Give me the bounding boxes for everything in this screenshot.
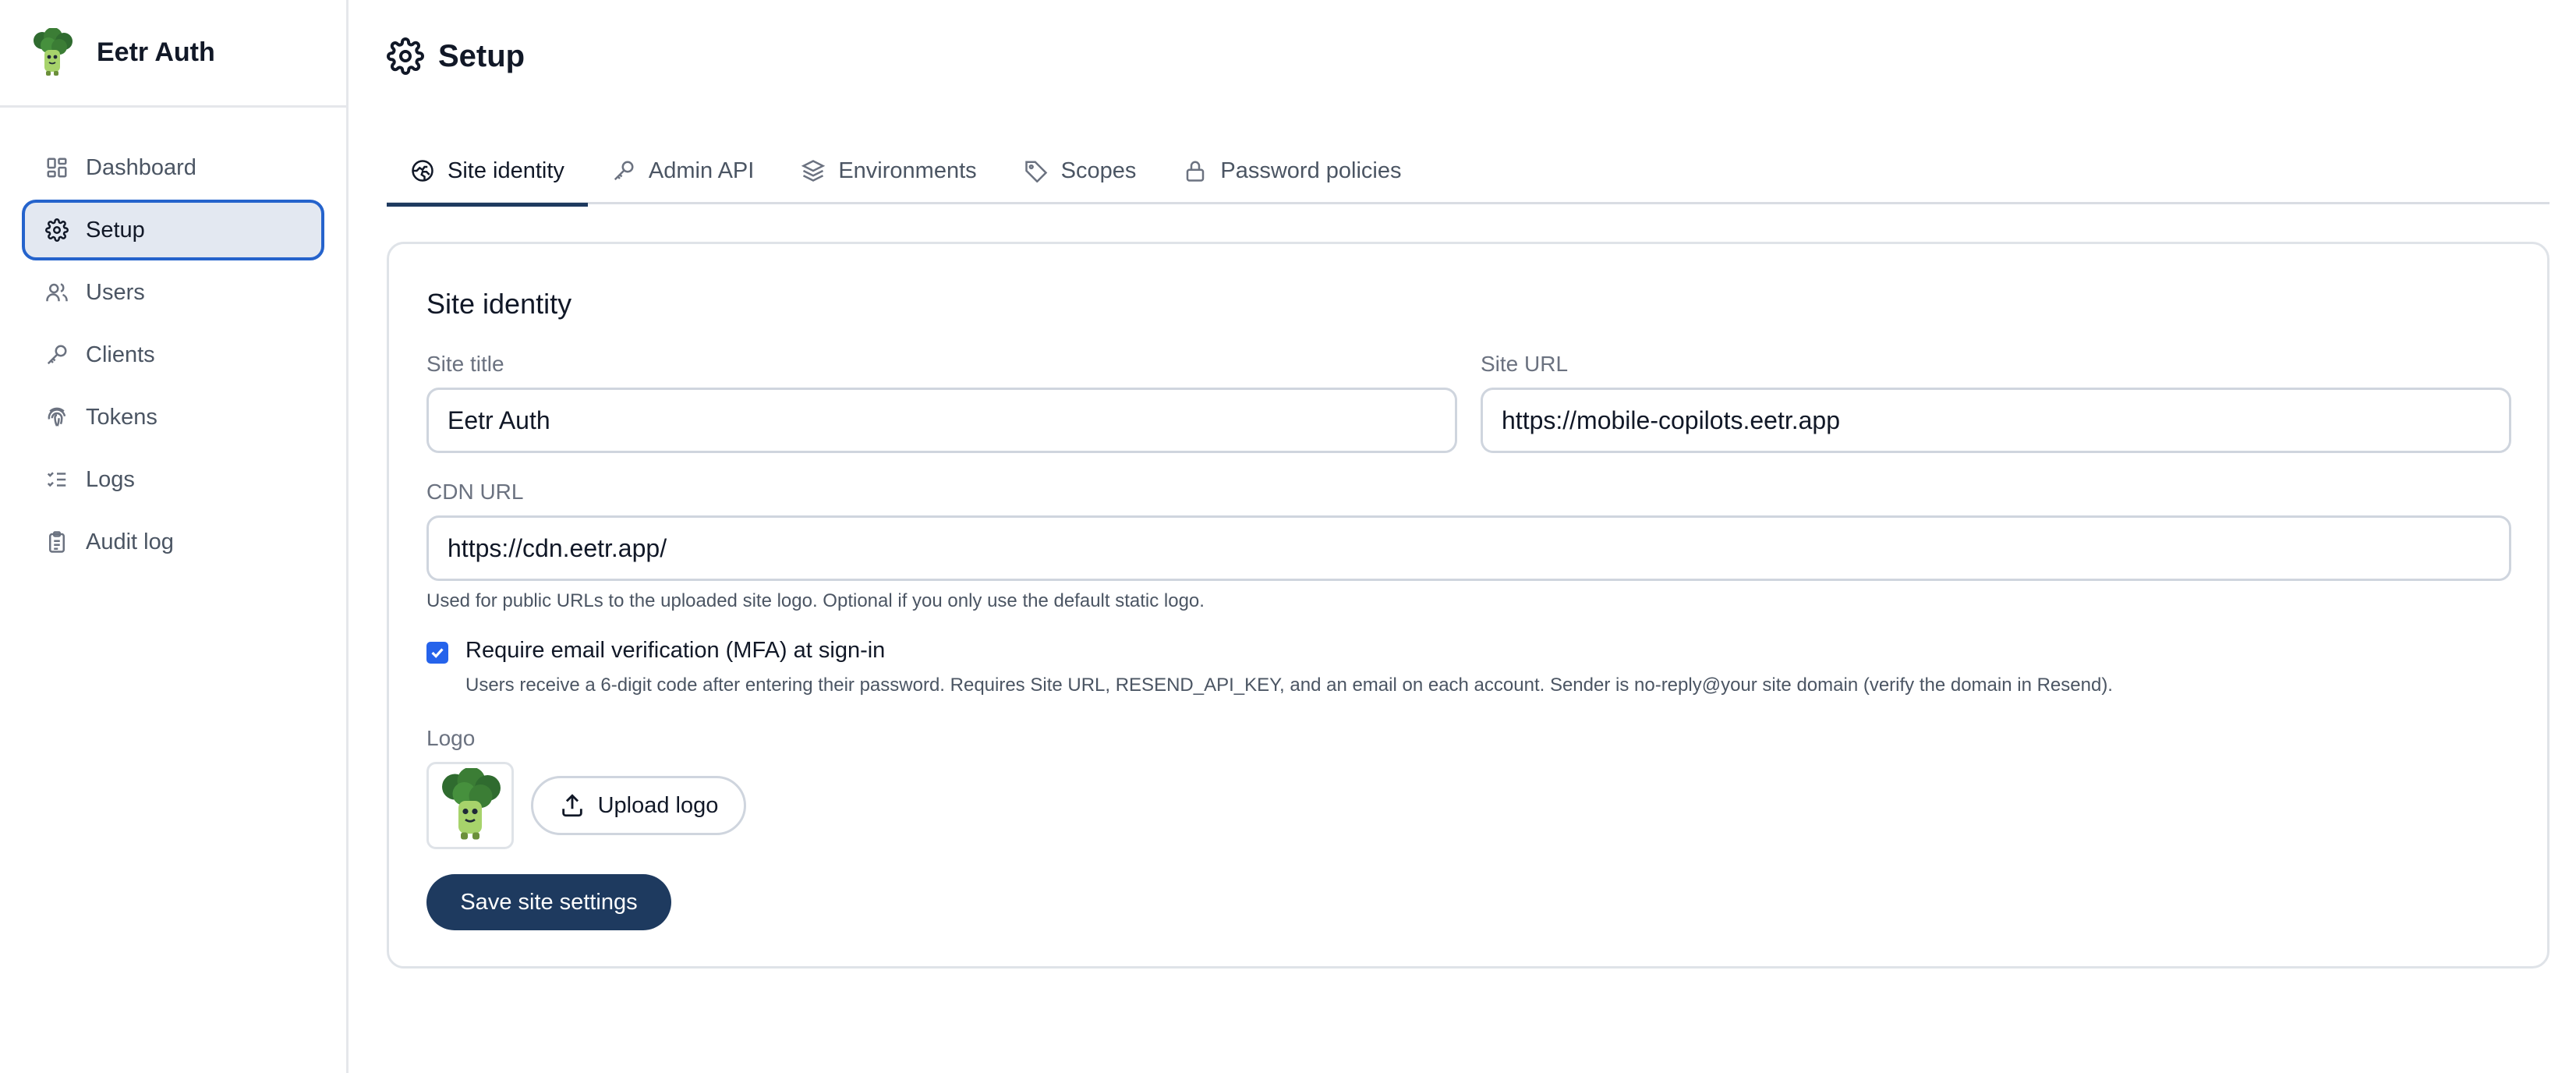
users-icon [44,279,70,306]
sidebar-nav: Dashboard Setup Users Clients Tokens Log… [0,108,346,572]
sidebar-item-clients[interactable]: Clients [22,324,324,385]
brand[interactable]: Eetr Auth [0,0,346,108]
app-name: Eetr Auth [97,37,215,67]
sidebar-item-tokens[interactable]: Tokens [22,387,324,448]
list-checks-icon [44,466,70,493]
site-identity-card: Site identity Site title Eetr Auth Site … [387,242,2549,969]
sidebar-item-users[interactable]: Users [22,262,324,323]
site-title-input[interactable]: Eetr Auth [426,388,1457,453]
tab-environments[interactable]: Environments [777,137,1000,204]
tab-label: Environments [838,158,977,183]
tab-site-identity[interactable]: Site identity [387,137,588,207]
save-site-settings-button[interactable]: Save site settings [426,874,671,930]
tab-label: Password policies [1220,158,1402,183]
broccoli-logo [442,768,501,840]
upload-logo-button[interactable]: Upload logo [531,776,746,835]
fingerprint-icon [44,404,70,430]
key-icon [611,158,636,183]
tab-scopes[interactable]: Scopes [1000,137,1160,204]
setup-tabs: Site identity Admin API Environments Sco… [387,137,2549,207]
site-url-label: Site URL [1481,352,1569,376]
cdn-url-label: CDN URL [426,480,524,504]
sidebar-item-label: Setup [86,217,145,243]
tab-label: Admin API [648,158,755,183]
tab-admin-api[interactable]: Admin API [588,137,777,204]
tab-label: Scopes [1060,158,1137,183]
clipboard-icon [44,529,70,555]
tab-label: Site identity [448,158,564,183]
sidebar-item-label: Users [86,279,145,305]
globe-icon [410,158,435,183]
layers-icon [801,158,826,183]
sidebar-item-logs[interactable]: Logs [22,449,324,510]
logo-label: Logo [426,726,476,750]
tab-password-policies[interactable]: Password policies [1159,137,1424,204]
cdn-url-input[interactable]: https://cdn.eetr.app/ [426,515,2511,581]
logo-preview [426,762,514,849]
lock-icon [1183,158,1208,183]
sidebar: Eetr Auth Dashboard Setup Users Clients [0,0,349,1073]
sidebar-item-label: Logs [86,466,135,492]
sidebar-item-label: Tokens [86,404,157,430]
sidebar-item-label: Clients [86,342,155,367]
site-url-input[interactable]: https://mobile-copilots.eetr.app [1481,388,2511,453]
page-title: Setup [438,38,525,73]
mfa-help: Users receive a 6-digit code after enter… [465,675,2113,696]
sidebar-item-label: Audit log [86,529,174,554]
site-title-label: Site title [426,352,504,376]
upload-logo-label: Upload logo [597,792,719,818]
gear-icon [44,217,70,243]
gear-icon [387,37,424,75]
dashboard-icon [44,154,70,181]
main-content: Setup Site identity Admin API Environmen… [351,0,2576,1073]
check-icon [431,648,444,658]
sidebar-item-label: Dashboard [86,154,196,180]
sidebar-item-setup[interactable]: Setup [22,200,324,260]
sidebar-item-audit-log[interactable]: Audit log [22,512,324,572]
section-title: Site identity [426,288,572,320]
mfa-label[interactable]: Require email verification (MFA) at sign… [465,638,885,664]
upload-icon [559,792,586,819]
sidebar-item-dashboard[interactable]: Dashboard [22,137,324,198]
key-icon [44,342,70,368]
mfa-checkbox[interactable] [426,642,448,664]
tag-icon [1024,158,1049,183]
page-header: Setup [387,37,525,75]
broccoli-logo [34,27,73,76]
cdn-url-help: Used for public URLs to the uploaded sit… [426,590,1205,611]
